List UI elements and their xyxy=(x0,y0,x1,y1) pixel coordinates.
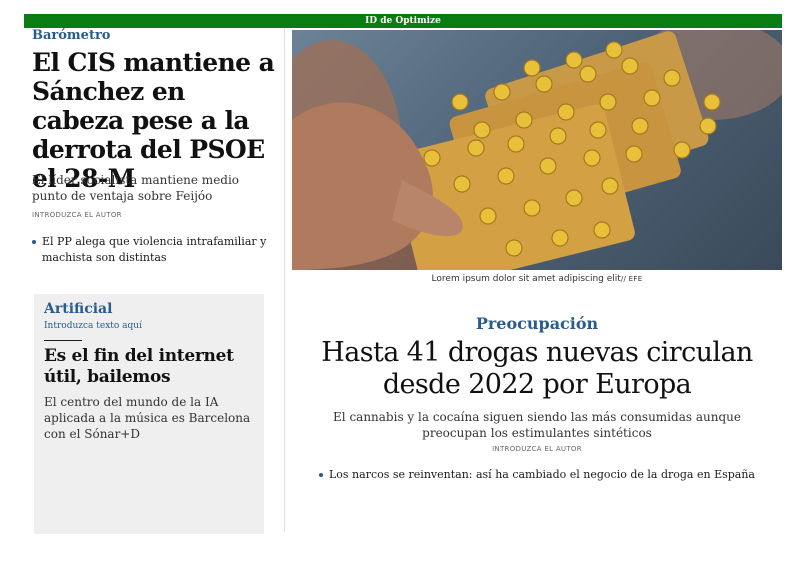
lead-article: Barómetro El CIS mantiene a Sánchez en c… xyxy=(24,28,285,270)
photo-caption-text: Lorem ipsum dolor sit amet adipiscing el… xyxy=(431,274,621,284)
divider xyxy=(44,340,82,341)
feature-headline[interactable]: Hasta 41 drogas nuevas circulan desde 20… xyxy=(292,337,782,401)
feature-related-text[interactable]: Los narcos se reinventan: así ha cambiad… xyxy=(329,468,755,481)
artificial-tag: Introduzca texto aquí xyxy=(44,321,142,331)
bullet-icon xyxy=(318,473,323,477)
lead-related-text[interactable]: El PP alega que violencia intrafamiliar … xyxy=(42,235,266,264)
feature-subtitle: El cannabis y la cocaína siguen siendo l… xyxy=(333,410,741,440)
artificial-kicker[interactable]: Artificial xyxy=(44,301,112,317)
lead-subtitle: El líder socialista mantiene medio punto… xyxy=(32,173,240,203)
feature-photo[interactable] xyxy=(292,30,782,270)
feature-author: INTRODUZCA EL AUTOR xyxy=(492,445,582,453)
lead-kicker[interactable]: Barómetro xyxy=(32,28,110,43)
lead-related-link[interactable]: El PP alega que violencia intrafamiliar … xyxy=(32,234,272,266)
pills-image xyxy=(292,30,782,270)
artificial-article: Artificial Introduzca texto aquí Es el f… xyxy=(34,294,264,534)
photo-caption: Lorem ipsum dolor sit amet adipiscing el… xyxy=(292,274,782,284)
column-divider xyxy=(284,270,285,532)
photo-source: // EFE xyxy=(620,275,643,283)
feature-kicker[interactable]: Preocupación xyxy=(292,314,782,333)
lead-author: INTRODUZCA EL AUTOR xyxy=(32,211,122,219)
feature-article: Preocupación Hasta 41 drogas nuevas circ… xyxy=(292,314,782,483)
feature-related-link[interactable]: Los narcos se reinventan: así ha cambiad… xyxy=(318,467,755,483)
optimize-id-bar: ID de Optimize xyxy=(24,14,782,28)
artificial-headline[interactable]: Es el fin del internet útil, bailemos xyxy=(44,346,254,388)
artificial-subtitle: El centro del mundo de la IA aplicada a … xyxy=(44,395,251,441)
bullet-icon xyxy=(32,240,36,244)
